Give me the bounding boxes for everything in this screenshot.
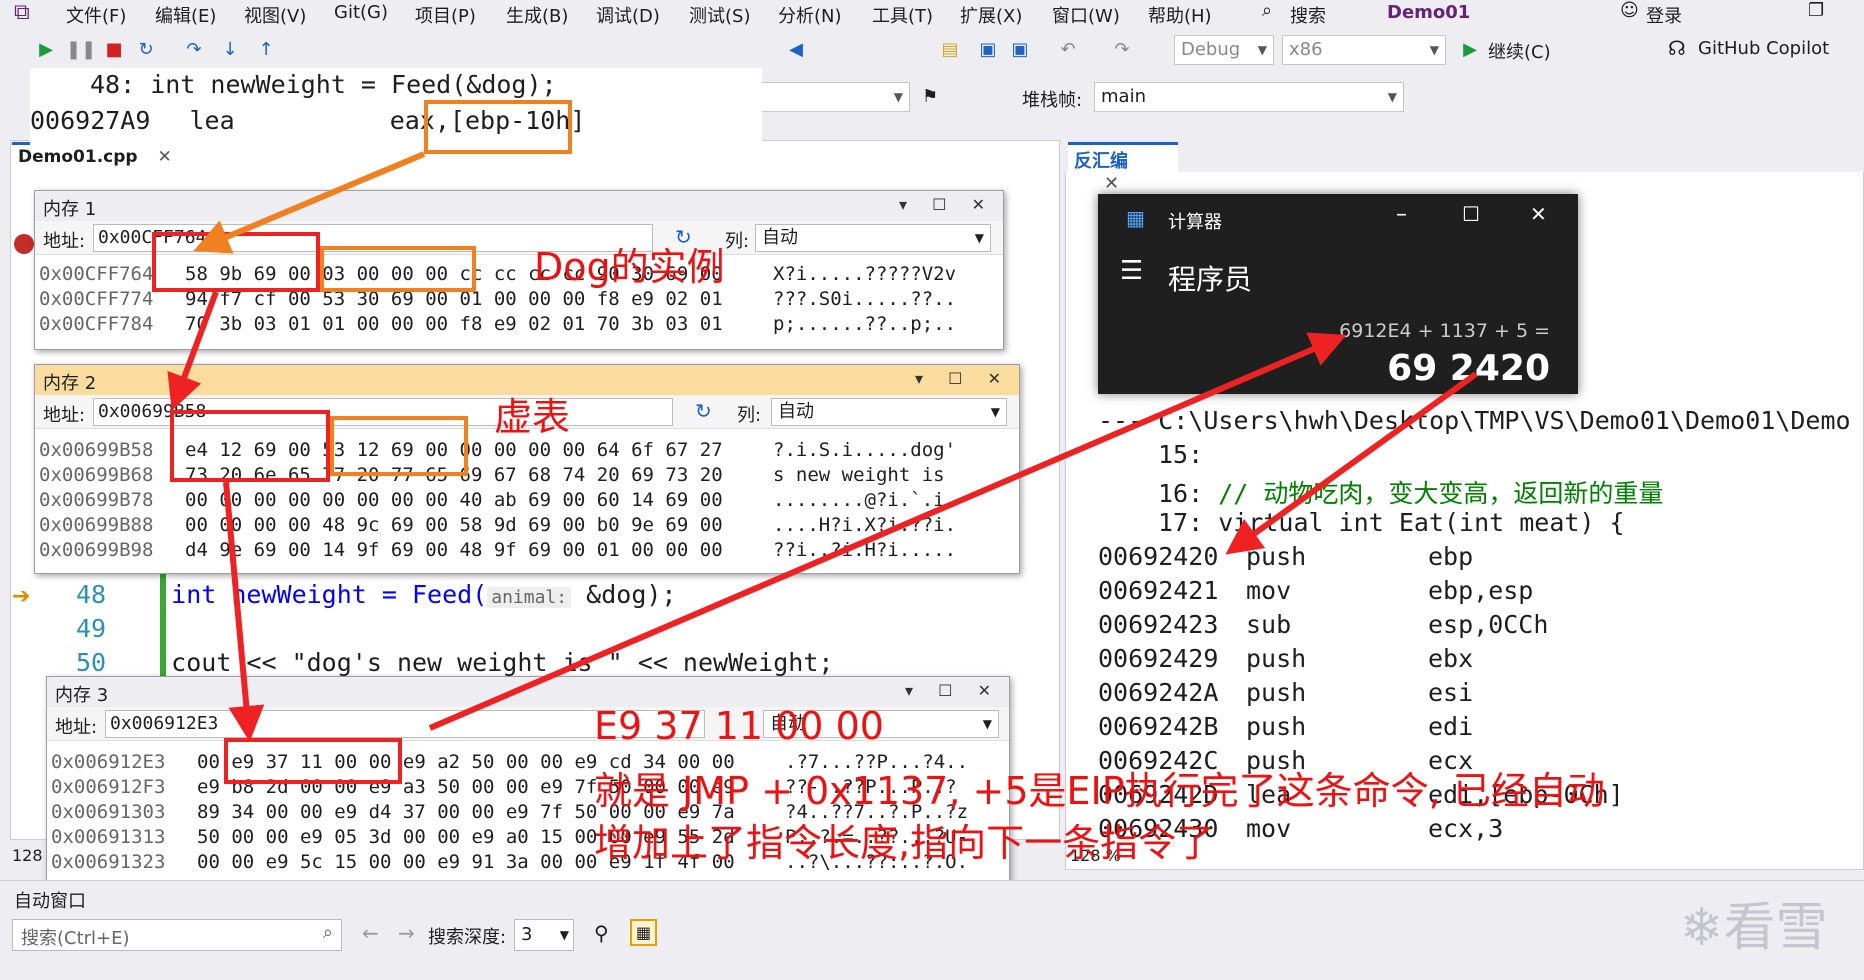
annotation-arrows (167, 151, 1478, 742)
arrow-calculator-to-disasm (1225, 371, 1478, 555)
arrow-memory2-to-memory3 (223, 481, 265, 742)
arrow-memory3-to-calculator (428, 332, 1347, 731)
arrow-ebp-to-memory1 (193, 151, 426, 254)
arrow-memory1-to-memory2 (167, 290, 219, 411)
